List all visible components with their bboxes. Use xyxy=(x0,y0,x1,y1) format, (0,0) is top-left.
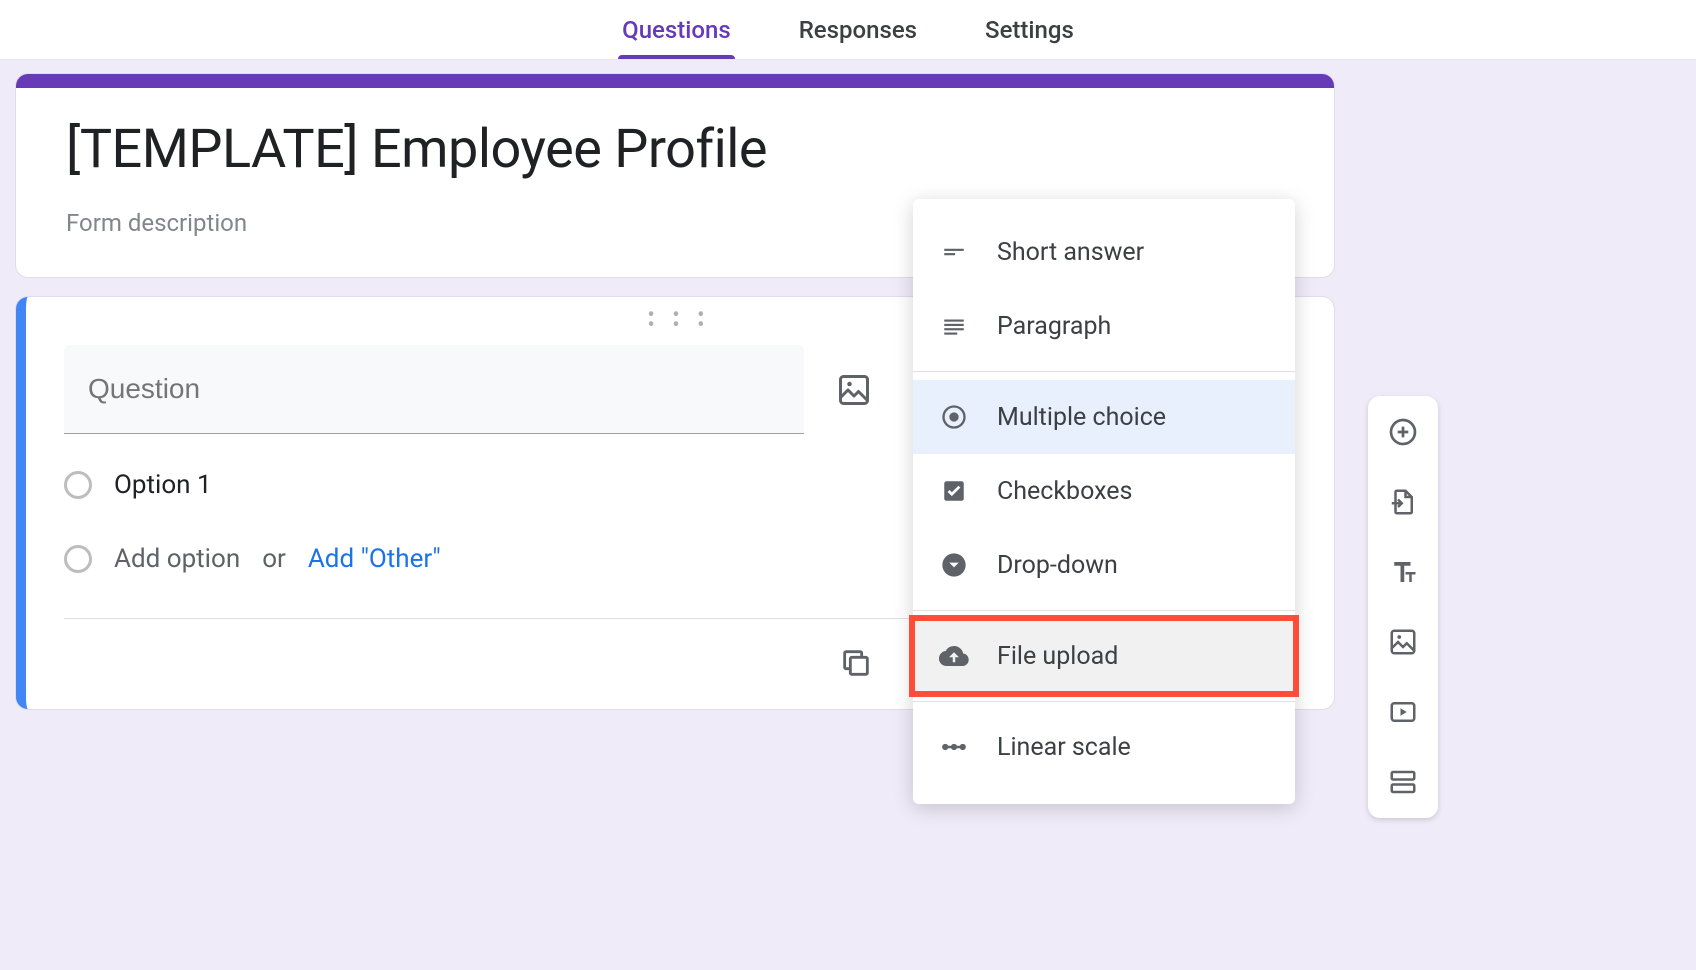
side-toolbar xyxy=(1368,396,1438,818)
qtype-label: File upload xyxy=(997,642,1118,671)
qtype-label: Short answer xyxy=(997,238,1144,267)
option-label[interactable]: Option 1 xyxy=(114,470,212,500)
qtype-paragraph[interactable]: Paragraph xyxy=(913,289,1295,363)
add-video-icon[interactable] xyxy=(1385,694,1421,730)
form-accent-bar xyxy=(16,74,1334,88)
menu-separator xyxy=(913,610,1295,611)
qtype-linear-scale[interactable]: Linear scale xyxy=(913,710,1295,784)
qtype-label: Linear scale xyxy=(997,733,1131,762)
form-title[interactable]: [TEMPLATE] Employee Profile xyxy=(66,118,1294,181)
tab-questions[interactable]: Questions xyxy=(618,2,735,58)
file-upload-icon xyxy=(939,641,969,671)
qtype-dropdown[interactable]: Drop-down xyxy=(913,528,1295,602)
multiple-choice-icon xyxy=(939,402,969,432)
import-questions-icon[interactable] xyxy=(1385,484,1421,520)
qtype-label: Drop-down xyxy=(997,551,1118,580)
radio-icon xyxy=(64,545,92,573)
qtype-file-upload[interactable]: File upload xyxy=(913,619,1295,693)
add-title-icon[interactable] xyxy=(1385,554,1421,590)
dropdown-icon xyxy=(939,550,969,580)
qtype-short-answer[interactable]: Short answer xyxy=(913,215,1295,289)
add-option-button[interactable]: Add option xyxy=(114,544,240,574)
short-answer-icon xyxy=(939,237,969,267)
add-other-button[interactable]: Add "Other" xyxy=(308,544,441,574)
checkboxes-icon xyxy=(939,476,969,506)
tab-settings[interactable]: Settings xyxy=(981,2,1078,58)
form-canvas: [TEMPLATE] Employee Profile Form descrip… xyxy=(0,60,1696,970)
add-section-icon[interactable] xyxy=(1385,764,1421,800)
qtype-label: Multiple choice xyxy=(997,403,1166,432)
qtype-checkboxes[interactable]: Checkboxes xyxy=(913,454,1295,528)
paragraph-icon xyxy=(939,311,969,341)
question-type-dropdown: Short answer Paragraph Multiple choice C… xyxy=(913,199,1295,804)
qtype-label: Checkboxes xyxy=(997,477,1132,506)
radio-icon xyxy=(64,471,92,499)
qtype-label: Paragraph xyxy=(997,312,1111,341)
linear-scale-icon xyxy=(939,732,969,762)
menu-separator xyxy=(913,371,1295,372)
add-image-icon[interactable] xyxy=(834,370,874,410)
add-question-icon[interactable] xyxy=(1385,414,1421,450)
add-image-toolbar-icon[interactable] xyxy=(1385,624,1421,660)
question-title-input[interactable] xyxy=(64,345,804,434)
duplicate-icon[interactable] xyxy=(836,643,876,683)
menu-separator xyxy=(913,701,1295,702)
tab-responses[interactable]: Responses xyxy=(795,2,921,58)
qtype-multiple-choice[interactable]: Multiple choice xyxy=(913,380,1295,454)
top-nav: Questions Responses Settings xyxy=(0,0,1696,60)
or-text: or xyxy=(262,544,286,574)
